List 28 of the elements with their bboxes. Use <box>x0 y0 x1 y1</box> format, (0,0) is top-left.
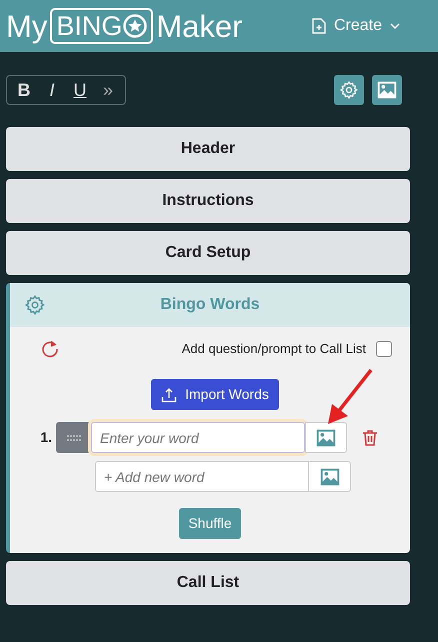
word-field[interactable]: Enter your word <box>91 422 305 453</box>
upload-icon <box>161 386 178 402</box>
option-label: Add question/prompt to Call List <box>182 340 366 358</box>
underline-button[interactable]: U <box>69 80 91 98</box>
drag-handle[interactable] <box>56 422 91 453</box>
section-header[interactable]: Header <box>6 127 410 171</box>
annotation-arrow <box>328 368 372 424</box>
logo-text: Maker <box>156 10 242 42</box>
checkbox[interactable] <box>376 341 392 357</box>
logo-badge: BING <box>50 8 154 44</box>
logo-text: My <box>6 10 48 42</box>
settings-icon <box>24 294 46 316</box>
section-header[interactable]: Card Setup <box>6 231 410 275</box>
more-button[interactable]: » <box>97 80 119 98</box>
settings-button[interactable] <box>334 74 364 104</box>
word-number: 1. <box>39 428 53 447</box>
bold-button[interactable]: B <box>13 80 35 98</box>
settings-icon <box>339 80 359 100</box>
file-add-icon <box>312 18 326 34</box>
image-button[interactable] <box>372 74 402 104</box>
new-word-field[interactable]: + Add new word <box>95 461 309 492</box>
trash-icon[interactable] <box>361 428 379 446</box>
section-header[interactable]: Call List <box>6 561 410 605</box>
italic-button[interactable]: I <box>41 80 63 98</box>
refresh-icon[interactable] <box>40 339 60 359</box>
chevron-down-icon <box>390 21 400 31</box>
section-header[interactable]: Instructions <box>6 179 410 223</box>
import-button[interactable]: Import Words <box>151 379 279 410</box>
